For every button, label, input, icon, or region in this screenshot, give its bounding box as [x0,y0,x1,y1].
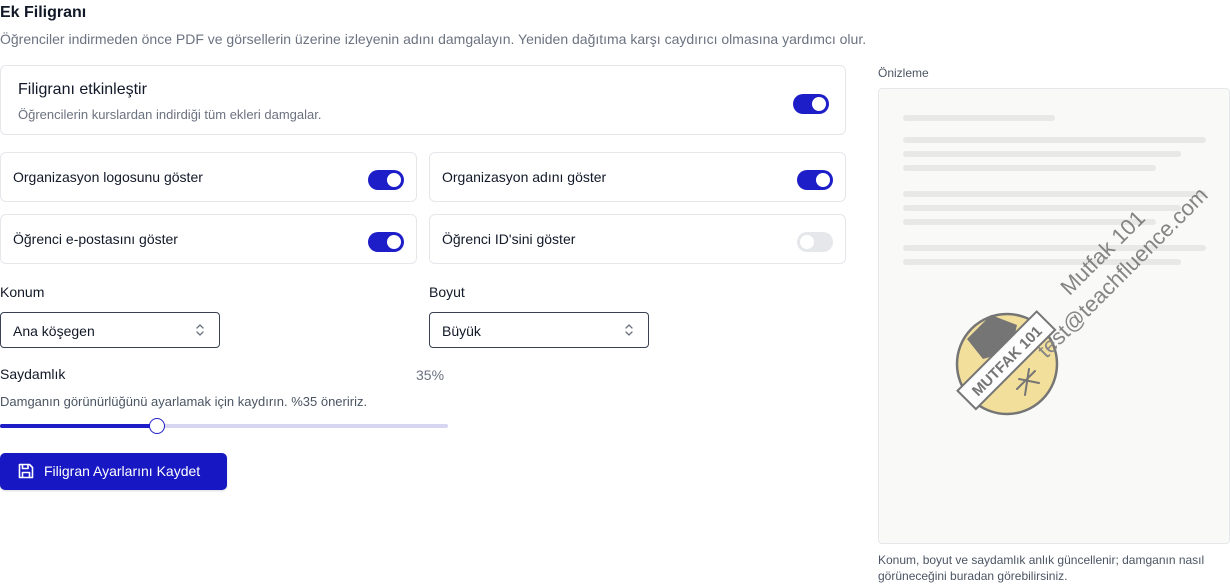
org-logo-toggle[interactable] [368,170,404,190]
size-select[interactable]: Büyük [429,312,649,348]
save-icon [18,463,34,479]
slider-thumb[interactable] [149,418,165,434]
preview-caption: Konum, boyut ve saydamlık anlık güncelle… [878,553,1205,583]
chevron-updown-icon [196,324,204,336]
toggle-knob [812,97,826,111]
toggle-knob [387,235,401,249]
watermark-logo: MUTFAK 101 [955,310,1059,416]
org-name-toggle[interactable] [797,170,833,190]
option-card-org-name: Organizasyon adını göster [429,152,846,202]
watermark-student-email: test@teachfluence.com [1032,182,1212,362]
student-email-toggle[interactable] [368,232,404,252]
toggle-knob [800,235,814,249]
save-watermark-settings-button[interactable]: Filigran Ayarlarını Kaydet [0,453,227,490]
opacity-value: 35% [416,367,445,383]
size-select-value: Büyük [442,323,481,339]
position-select[interactable]: Ana köşegen [0,312,220,348]
toggle-knob [816,173,830,187]
watermark-preview: MUTFAK 101 Mutfak 101 test@teachfluence.… [878,88,1230,544]
slider-fill [0,424,157,428]
page-subtitle: Öğrenciler indirmeden önce PDF ve görsel… [0,31,867,47]
option-card-student-id: Öğrenci ID'sini göster [429,214,846,264]
option-card-student-email: Öğrenci e-postasını göster [0,214,417,264]
opacity-help-text: Damganın görünürlüğünü ayarlamak için ka… [0,394,368,409]
save-button-label: Filigran Ayarlarını Kaydet [44,463,201,479]
enable-watermark-title: Filigranı etkinleştir [18,81,147,98]
option-label-org-logo: Organizasyon logosunu göster [13,169,203,185]
student-id-toggle[interactable] [797,232,833,252]
position-label: Konum [0,284,45,300]
chevron-updown-icon [625,324,633,336]
enable-watermark-toggle[interactable] [793,94,829,114]
enable-watermark-card: Filigranı etkinleştir Öğrencilerin kursl… [0,65,846,135]
option-label-org-name: Organizasyon adını göster [442,169,607,185]
page-title: Ek Filigranı [0,4,87,21]
enable-watermark-description: Öğrencilerin kurslardan indirdiği tüm ek… [18,107,322,122]
option-label-student-id: Öğrenci ID'sini göster [442,231,576,247]
option-card-org-logo: Organizasyon logosunu göster [0,152,417,202]
watermark-overlay: MUTFAK 101 Mutfak 101 test@teachfluence.… [955,182,1213,416]
size-label: Boyut [429,284,465,300]
option-label-student-email: Öğrenci e-postasını göster [13,231,178,247]
opacity-label: Saydamlık [0,366,66,382]
position-select-value: Ana köşegen [13,323,95,339]
preview-label: Önizleme [878,66,929,80]
opacity-slider[interactable] [0,418,448,434]
toggle-knob [387,173,401,187]
